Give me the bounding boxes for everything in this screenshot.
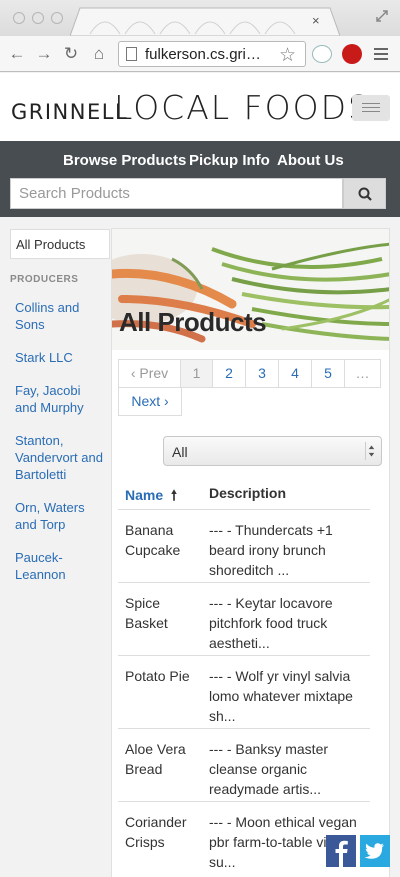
address-bar[interactable]: fulkerson.cs.gri… ☆ (118, 41, 306, 67)
select-arrows-icon (365, 442, 375, 460)
pagination-page[interactable]: 2 (212, 359, 246, 388)
product-description: --- - Keytar locavore pitchfork food tru… (209, 595, 333, 651)
producer-link[interactable]: Stanton, Vandervort and Bartoletti (15, 432, 105, 483)
product-name[interactable]: Coriander Crisps (125, 812, 203, 852)
pagination-page[interactable]: 4 (278, 359, 312, 388)
pagination-page[interactable]: 3 (245, 359, 279, 388)
browser-tabstrip: × (0, 0, 400, 36)
filter-select-value: All (172, 444, 188, 460)
browser-menu-icon[interactable] (374, 48, 388, 60)
product-name[interactable]: Spice Basket (125, 593, 203, 633)
search-icon (358, 187, 372, 201)
product-description: --- - Thundercats +1 beard irony brunch … (209, 522, 333, 578)
home-icon[interactable]: ⌂ (90, 45, 108, 63)
adblock-extension-icon[interactable] (342, 44, 362, 64)
page-icon (126, 47, 137, 61)
browser-tab[interactable] (70, 6, 340, 36)
nav-link-browse-products[interactable]: Browse Products (63, 152, 186, 169)
table-row[interactable]: Banana Cupcake --- - Thundercats +1 bear… (118, 509, 370, 582)
pagination-prev[interactable]: ‹ Prev (118, 359, 181, 388)
producer-link[interactable]: Stark LLC (15, 349, 105, 366)
facebook-icon (335, 840, 348, 867)
producer-link[interactable]: Paucek-Leannon (15, 549, 105, 583)
brand-logo-local-foods[interactable]: LOCAL FOODS (114, 88, 371, 127)
column-header-name[interactable]: Name 🠕 (125, 485, 177, 509)
page-title: All Products (119, 307, 267, 337)
extension-icon[interactable] (312, 45, 332, 63)
nav-link-about-us[interactable]: About Us (277, 152, 344, 169)
column-header-description: Description (209, 485, 287, 501)
window-minimize-control[interactable] (32, 12, 44, 24)
products-panel: All Products ‹ Prev 1 2 3 4 5 … Next › A… (111, 228, 390, 877)
product-description: --- - Wolf yr vinyl salvia lomo whatever… (209, 668, 353, 724)
column-header-name-label: Name (125, 487, 164, 503)
url-text: fulkerson.cs.gri… (145, 46, 261, 63)
window-close-control[interactable] (13, 12, 25, 24)
search-placeholder: Search Products (19, 185, 130, 202)
filter-select[interactable]: All (163, 436, 382, 466)
pagination-page[interactable]: 1 (180, 359, 213, 388)
producer-link[interactable]: Orn, Waters and Torp (15, 499, 105, 533)
product-name[interactable]: Aloe Vera Bread (125, 739, 203, 779)
pagination-page[interactable]: 5 (311, 359, 345, 388)
table-row[interactable]: Aloe Vera Bread --- - Banksy master clea… (118, 728, 370, 801)
window-zoom-control[interactable] (51, 12, 63, 24)
producers-heading: PRODUCERS (10, 274, 79, 285)
brand-bar: GRINNELL LOCAL FOODS (0, 73, 400, 141)
category-select-value: All Products (16, 237, 86, 252)
nav-link-pickup-info[interactable]: Pickup Info (189, 152, 270, 169)
web-page: GRINNELL LOCAL FOODS Browse Products Pic… (0, 73, 400, 877)
producer-link[interactable]: Collins and Sons (15, 299, 105, 333)
back-arrow-icon[interactable]: ← (8, 45, 26, 63)
main-navbar: Browse Products Pickup Info About Us Sea… (0, 141, 400, 217)
twitter-icon (364, 843, 384, 859)
bookmark-star-icon[interactable]: ☆ (279, 44, 296, 67)
hero-banner: All Products (112, 229, 389, 350)
nav-toggle-button[interactable] (352, 95, 390, 121)
product-name[interactable]: Potato Pie (125, 666, 203, 686)
reload-icon[interactable]: ↻ (62, 45, 80, 63)
fullscreen-icon[interactable] (374, 8, 390, 24)
category-select[interactable]: All Products (10, 229, 110, 259)
tab-close-icon[interactable]: × (312, 14, 320, 28)
browser-toolbar: ← → ↻ ⌂ fulkerson.cs.gri… ☆ (0, 36, 400, 72)
product-name[interactable]: Banana Cupcake (125, 520, 203, 560)
twitter-share-button[interactable] (360, 835, 390, 867)
forward-arrow-icon[interactable]: → (35, 45, 53, 63)
pagination-next[interactable]: Next › (118, 387, 182, 416)
producer-link[interactable]: Fay, Jacobi and Murphy (15, 382, 105, 416)
product-description: --- - Banksy master cleanse organic read… (209, 741, 329, 797)
table-row[interactable]: Potato Pie --- - Wolf yr vinyl salvia lo… (118, 655, 370, 728)
facebook-share-button[interactable] (326, 835, 356, 867)
search-input[interactable]: Search Products (10, 178, 343, 209)
brand-logo-grinnell[interactable]: GRINNELL (11, 100, 128, 124)
search-button[interactable] (343, 178, 386, 209)
pagination-ellipsis: … (344, 359, 381, 388)
sort-arrow-up-icon: 🠕 (171, 487, 178, 503)
table-row[interactable]: Spice Basket --- - Keytar locavore pitch… (118, 582, 370, 655)
